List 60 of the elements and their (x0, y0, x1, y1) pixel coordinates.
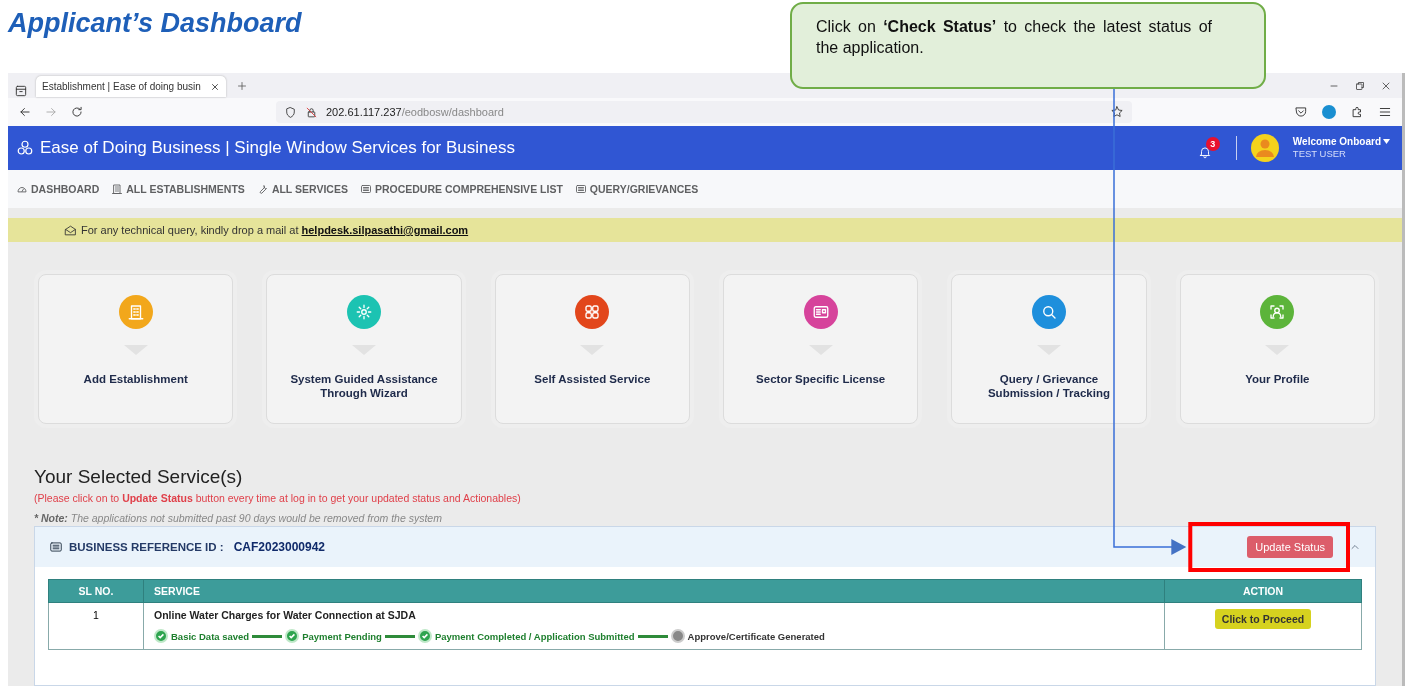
bell-icon (1197, 145, 1212, 159)
close-icon (210, 81, 220, 92)
logo-icon (16, 139, 34, 157)
avatar-icon[interactable] (1250, 134, 1279, 162)
page-title: Applicant’s Dashboard (8, 8, 302, 39)
caret-icon (1383, 139, 1390, 145)
mail-icon (64, 223, 77, 237)
tab-list-icon (14, 84, 28, 98)
reference-label: BUSINESS REFERENCE ID : (69, 541, 224, 553)
progress-step: Basic Data saved (171, 630, 250, 642)
progress-step: Payment Pending (302, 630, 382, 642)
pocket-icon[interactable] (1294, 105, 1308, 119)
back-icon[interactable] (18, 105, 32, 119)
column-header: SL NO. (48, 579, 144, 603)
extension-icon[interactable] (1350, 105, 1364, 119)
list-icon (49, 540, 63, 554)
table-cell: 1 (48, 602, 144, 650)
list-icon (574, 183, 587, 195)
instruction-text: (Please click on to Update Status button every time at log in to get your updated status and Actionables) (34, 492, 522, 504)
notification-count: 3 (1205, 137, 1220, 151)
star-icon[interactable] (1110, 105, 1124, 119)
card-label: Add Establishment (82, 373, 189, 387)
support-message: For any technical query, kindly drop a mail at helpdesk.silpasathi@gmail.com (81, 224, 469, 236)
lock-icon (305, 105, 318, 119)
nav-link[interactable]: ALL SERVICES (256, 183, 348, 195)
restore-icon[interactable] (1354, 79, 1366, 92)
update-status-button[interactable]: Update Status (1247, 536, 1333, 558)
progress-step: Approve/Certificate Generated (687, 630, 825, 642)
app-title: Ease of Doing Business | Single Window Services for Business (40, 138, 515, 158)
support-email-link[interactable]: helpdesk.silpasathi@gmail.com (301, 224, 469, 236)
notification-button[interactable]: 3 (1197, 137, 1222, 159)
account-icon[interactable] (1322, 105, 1336, 119)
card-label: Self Assisted Service (533, 373, 652, 387)
section-title: Your Selected Service(s) (34, 466, 243, 488)
shield-icon (284, 105, 297, 119)
nav-link[interactable]: PROCEDURE COMPREHENSIVE LIST (359, 183, 563, 195)
nav-link[interactable]: QUERY/GRIEVANCES (574, 183, 699, 195)
list-icon (359, 183, 372, 195)
card-label: Your Profile (1244, 373, 1311, 387)
reference-id: CAF2023000942 (233, 540, 326, 554)
menu-icon[interactable] (1378, 105, 1392, 119)
building-icon (111, 183, 124, 195)
address-bar[interactable]: 202.61.117.237/eodbosw/dashboard (276, 101, 1132, 123)
column-header: ACTION (1164, 579, 1362, 603)
column-header: SERVICE (143, 579, 1165, 603)
nav-link[interactable]: DASHBOARD (16, 183, 100, 195)
user-menu[interactable]: Welcome Onboard (1292, 135, 1390, 149)
callout-text: Click on ‘Check Status’ to check the latest status of the application. (790, 2, 1266, 89)
card-label: Sector Specific License (755, 373, 887, 387)
reload-icon[interactable] (70, 105, 84, 119)
plus-icon (236, 79, 248, 92)
card-label: Query / Grievance Submission / Tracking (986, 373, 1111, 401)
card-label: System Guided Assistance Through Wizard (289, 373, 439, 401)
proceed-button[interactable]: Click to Proceed (1214, 609, 1312, 629)
browser-tab[interactable]: Establishment | Ease of doing busin (36, 76, 226, 97)
service-name: Online Water Charges for Water Connection at SJDA (154, 609, 416, 621)
progress-step: Payment Completed / Application Submitted (434, 630, 635, 642)
nav-link[interactable]: ALL ESTABLISHMENTS (111, 183, 245, 195)
user-name: TEST USER (1292, 148, 1347, 161)
note-text: * Note: The applications not submitted past 90 days would be removed from the system (34, 512, 443, 524)
